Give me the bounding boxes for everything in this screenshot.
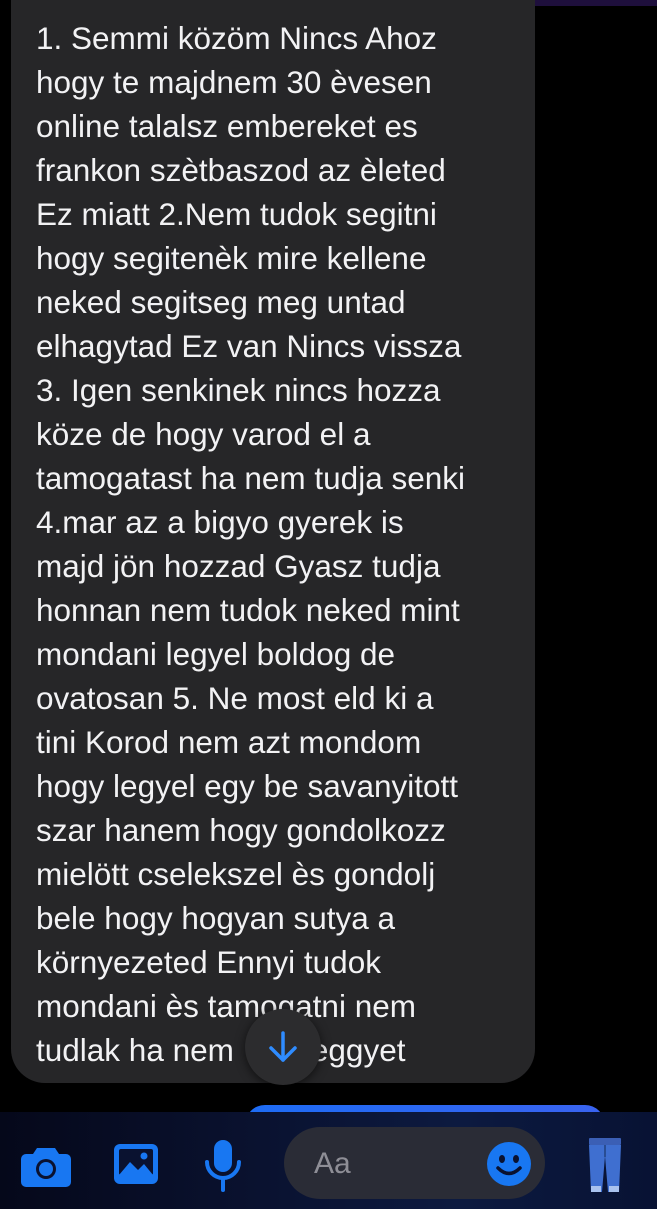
message-line: mondani legyel boldog de [36,636,396,672]
outgoing-message-bubble[interactable] [520,0,657,6]
microphone-icon [205,1140,241,1192]
gallery-button[interactable] [110,1140,162,1188]
emoji-button[interactable] [486,1141,532,1187]
messenger-chat-screen: 1. Semmi közöm Nincs Ahoz hogy te majdne… [0,0,657,1209]
image-icon [114,1144,158,1184]
message-line: majd jön hozzad Gyasz tudja [36,548,441,584]
message-line: bele hogy hogyan sutya a [36,900,396,936]
message-line: 1. Semmi közöm Nincs Ahoz [36,20,437,56]
message-line: hogy te majdnem 30 èvesen [36,64,432,100]
incoming-message-text: 1. Semmi közöm Nincs Ahoz hogy te majdne… [36,16,516,1072]
arrow-down-icon [269,1031,297,1062]
message-line: frankon szètbaszod az èleted [36,152,446,188]
jeans-icon [589,1138,621,1192]
message-line: köze de hogy varod el a [36,416,371,452]
message-line: tamogatast ha nem tudja senki [36,460,466,496]
message-line: 4.mar az a bigyo gyerek is [36,504,404,540]
message-line: honnan nem tudok neked mint [36,592,460,628]
quick-reaction-button[interactable] [585,1136,625,1194]
message-line: ovatosan 5. Ne most eld ki a [36,680,434,716]
message-input-placeholder: Aa [314,1147,351,1180]
message-line: hogy segitenèk mire kellene [36,240,427,276]
message-line: tini Korod nem azt mondom [36,724,422,760]
message-line: hogy legyel egy be savanyitott [36,768,459,804]
voice-message-button[interactable] [200,1138,246,1194]
message-line: szar hanem hogy gondolkozz [36,812,446,848]
message-line: neked segitseg meg untad [36,284,406,320]
camera-button[interactable] [20,1142,72,1190]
camera-icon [21,1148,71,1187]
message-line: online talalsz embereket es [36,108,418,144]
message-line: Ez miatt 2.Nem tudok segitni [36,196,437,232]
message-line: környezeted Ennyi tudok [36,944,381,980]
scroll-to-bottom-button[interactable] [245,1009,321,1085]
message-line: 3. Igen senkinek nincs hozza [36,372,441,408]
smiley-icon [487,1142,531,1186]
message-line: mielött cselekszel ès gondolj [36,856,436,892]
message-line: elhagytad Ez van Nincs vissza [36,328,462,364]
